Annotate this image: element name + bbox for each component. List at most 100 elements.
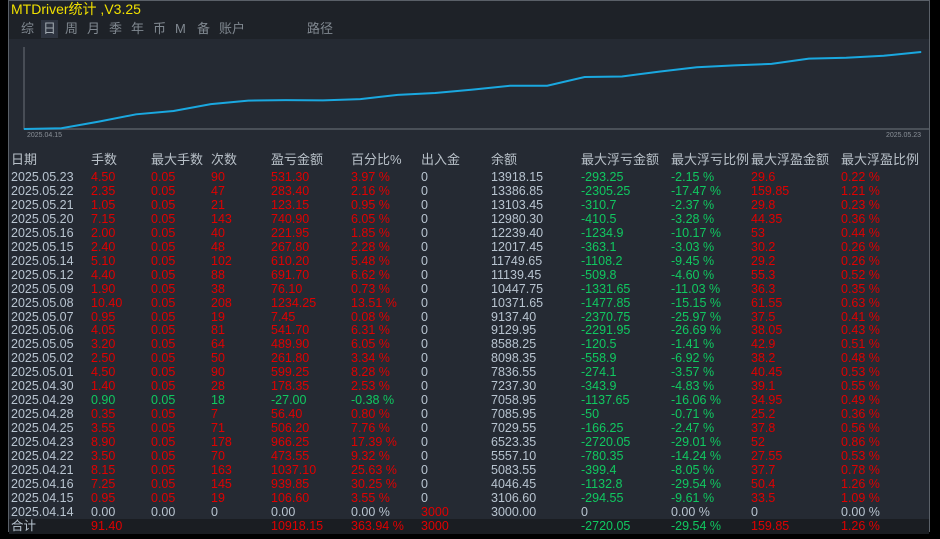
table-row[interactable]: 2025.05.21 1.05 0.05 21 123.15 0.95 % 0 13103.4… — [9, 198, 929, 212]
table-row[interactable]: 2025.05.08 10.40 0.05 208 1234.25 13.51 % 0 103… — [9, 296, 929, 310]
table-row[interactable]: 2025.05.02 2.50 0.05 50 261.80 3.34 % 0 8098.35… — [9, 351, 929, 365]
table-cell: 13103.45 — [491, 197, 544, 212]
table-cell: -0.38 % — [351, 393, 395, 408]
table-row[interactable]: 2025.04.22 3.50 0.05 70 473.55 9.32 % 0 5557.10… — [9, 449, 929, 463]
table-cell: 0 — [421, 281, 428, 296]
table-cell: 3000.00 — [491, 504, 537, 519]
table-row[interactable]: 2025.05.07 0.95 0.05 19 7.45 0.08 % 0 9137.40 -2… — [9, 310, 929, 324]
total-row[interactable]: 合计 91.40 10918.15 363.94 % 3000 -2720.05 -29.5… — [9, 519, 929, 535]
table-cell: 2025.04.15 — [11, 490, 74, 505]
table-row[interactable]: 2025.05.01 4.50 0.05 90 599.25 8.28 % 0 7836.55… — [9, 365, 929, 379]
x-end-label: 2025.05.23 — [886, 132, 921, 139]
table-row[interactable]: 2025.05.06 4.05 0.05 81 541.70 6.31 % 0 9129.95… — [9, 323, 929, 337]
table-row[interactable]: 2025.04.25 3.55 0.05 71 506.20 7.76 % 0 7029.55… — [9, 421, 929, 435]
table-row[interactable]: 2025.04.30 1.40 0.05 28 178.35 2.53 % 0 7237.30… — [9, 379, 929, 393]
table-cell: 178.35 — [271, 379, 310, 394]
tab-5[interactable]: 年 — [129, 20, 146, 38]
table-cell: 0.26 % — [841, 239, 880, 254]
table-cell: 30.2 — [751, 239, 776, 254]
table-cell: -29.54 % — [671, 476, 722, 491]
table-cell: 5557.10 — [491, 449, 537, 463]
table-cell: 0 — [421, 267, 428, 282]
tab-0[interactable]: 综 — [19, 20, 36, 38]
table-cell: 8.15 — [91, 462, 116, 477]
table-cell: 0.36 % — [841, 211, 880, 226]
table-cell: 1037.10 — [271, 462, 317, 477]
table-cell: -3.28 % — [671, 211, 715, 226]
table-cell: 0.05 — [151, 462, 176, 477]
table-cell: 0.05 — [151, 170, 176, 184]
table-cell: 76.10 — [271, 281, 303, 296]
table-cell: 0.05 — [151, 309, 176, 324]
table-cell: 4.40 — [91, 267, 116, 282]
table-cell: -1137.65 — [581, 393, 630, 408]
table-row[interactable]: 2025.04.15 0.95 0.05 19 106.60 3.55 % 0 3106.60… — [9, 491, 929, 505]
table-cell: 44.35 — [751, 211, 783, 226]
table-cell: 38.05 — [751, 323, 783, 338]
table-cell: 71 — [211, 421, 225, 436]
table-cell: 0.05 — [151, 407, 176, 422]
tab-1[interactable]: 日 — [41, 20, 59, 38]
table-cell: 0.08 % — [351, 309, 390, 324]
table-row[interactable]: 2025.05.20 7.15 0.05 143 740.90 6.05 % 0 12980.… — [9, 212, 929, 226]
tab-3[interactable]: 月 — [85, 20, 102, 38]
table-cell: -4.83 % — [671, 379, 715, 394]
table-row[interactable]: 2025.05.14 5.10 0.05 102 610.20 5.48 % 0 11749.… — [9, 254, 929, 268]
table-row[interactable]: 2025.05.05 3.20 0.05 64 489.90 6.05 % 0 8588.25… — [9, 337, 929, 351]
table-row[interactable]: 2025.04.14 0.00 0.00 0 0.00 0.00 % 3000 3000.00… — [9, 505, 929, 519]
table-cell: 3000 — [421, 504, 449, 519]
table-cell: -410.5 — [581, 211, 617, 226]
table-cell: 2.50 — [91, 351, 116, 366]
table-cell: 7.76 % — [351, 421, 390, 436]
table-row[interactable]: 2025.04.21 8.15 0.05 163 1037.10 25.63 % 0 5083… — [9, 463, 929, 477]
table-cell: 29.8 — [751, 197, 776, 212]
table-cell: 0.90 — [91, 393, 116, 408]
table-row[interactable]: 2025.04.29 0.90 0.05 18 -27.00 -0.38 % 0 7058.9… — [9, 393, 929, 407]
table-cell: 2025.05.22 — [11, 183, 74, 198]
table-cell: 30.25 % — [351, 476, 397, 491]
tab-9[interactable]: 账户 — [217, 20, 247, 38]
table-cell: 10447.75 — [491, 281, 544, 296]
table-cell: 261.80 — [271, 351, 310, 366]
table-cell: 0.86 % — [841, 435, 880, 450]
tab-6[interactable]: 币 — [151, 20, 168, 38]
table-cell: 1.21 % — [841, 183, 880, 198]
table-cell: -25.97 % — [671, 309, 722, 324]
tab-4[interactable]: 季 — [107, 20, 124, 38]
table-cell: 0.48 % — [841, 351, 880, 366]
table-header[interactable]: 日期 手数 最大手数 次数 盈亏金额 百分比% 出入金 余额 最大浮亏金额 最大浮亏比例 最大浮盈金… — [9, 153, 929, 167]
table-cell: 0 — [421, 323, 428, 338]
column-header: 百分比% — [351, 152, 402, 167]
table-cell: 12980.30 — [491, 211, 544, 226]
table-row[interactable]: 2025.05.23 4.50 0.05 90 531.30 3.97 % 0 13918.1… — [9, 170, 929, 184]
table-cell: 9137.40 — [491, 309, 537, 324]
table-row[interactable]: 2025.05.12 4.40 0.05 88 691.70 6.62 % 0 11139.4… — [9, 268, 929, 282]
table-cell: 506.20 — [271, 421, 310, 436]
table-row[interactable]: 2025.05.15 2.40 0.05 48 267.80 2.28 % 0 12017.4… — [9, 240, 929, 254]
table-cell: 0 — [421, 365, 428, 380]
table-cell: 0.05 — [151, 295, 176, 310]
table-cell: 0.51 % — [841, 337, 880, 352]
table-cell: -2.47 % — [671, 421, 715, 436]
table-row[interactable]: 2025.05.16 2.00 0.05 40 221.95 1.85 % 0 12239.4… — [9, 226, 929, 240]
table-cell: 3106.60 — [491, 490, 537, 505]
tab-8[interactable]: 备 — [195, 20, 212, 38]
table-cell: 123.15 — [271, 197, 310, 212]
table-cell: 13386.85 — [491, 183, 544, 198]
tab-7[interactable]: M — [173, 20, 188, 38]
tab-2[interactable]: 周 — [63, 20, 80, 38]
table-row[interactable]: 2025.05.22 2.35 0.05 47 283.40 2.16 % 0 13386.8… — [9, 184, 929, 198]
tab-10[interactable]: 路径 — [305, 20, 335, 38]
table-row[interactable]: 2025.04.28 0.35 0.05 7 56.40 0.80 % 0 7085.95 -5… — [9, 407, 929, 421]
table-cell: 363.94 % — [351, 519, 404, 534]
table-row[interactable]: 2025.04.16 7.25 0.05 145 939.85 30.25 % 0 4046.… — [9, 477, 929, 491]
balance-point-3 — [135, 113, 137, 115]
table-cell: 0.05 — [151, 435, 176, 450]
table-cell: 0 — [421, 476, 428, 491]
table-cell: 7 — [211, 407, 218, 422]
table-row[interactable]: 2025.04.23 8.90 0.05 178 966.25 17.39 % 0 6523.… — [9, 435, 929, 449]
table-row[interactable]: 2025.05.09 1.90 0.05 38 76.10 0.73 % 0 10447.75… — [9, 282, 929, 296]
column-header: 最大浮盈金额 — [751, 152, 830, 167]
table-cell: 0 — [421, 449, 428, 463]
table-cell: 0.56 % — [841, 421, 880, 436]
